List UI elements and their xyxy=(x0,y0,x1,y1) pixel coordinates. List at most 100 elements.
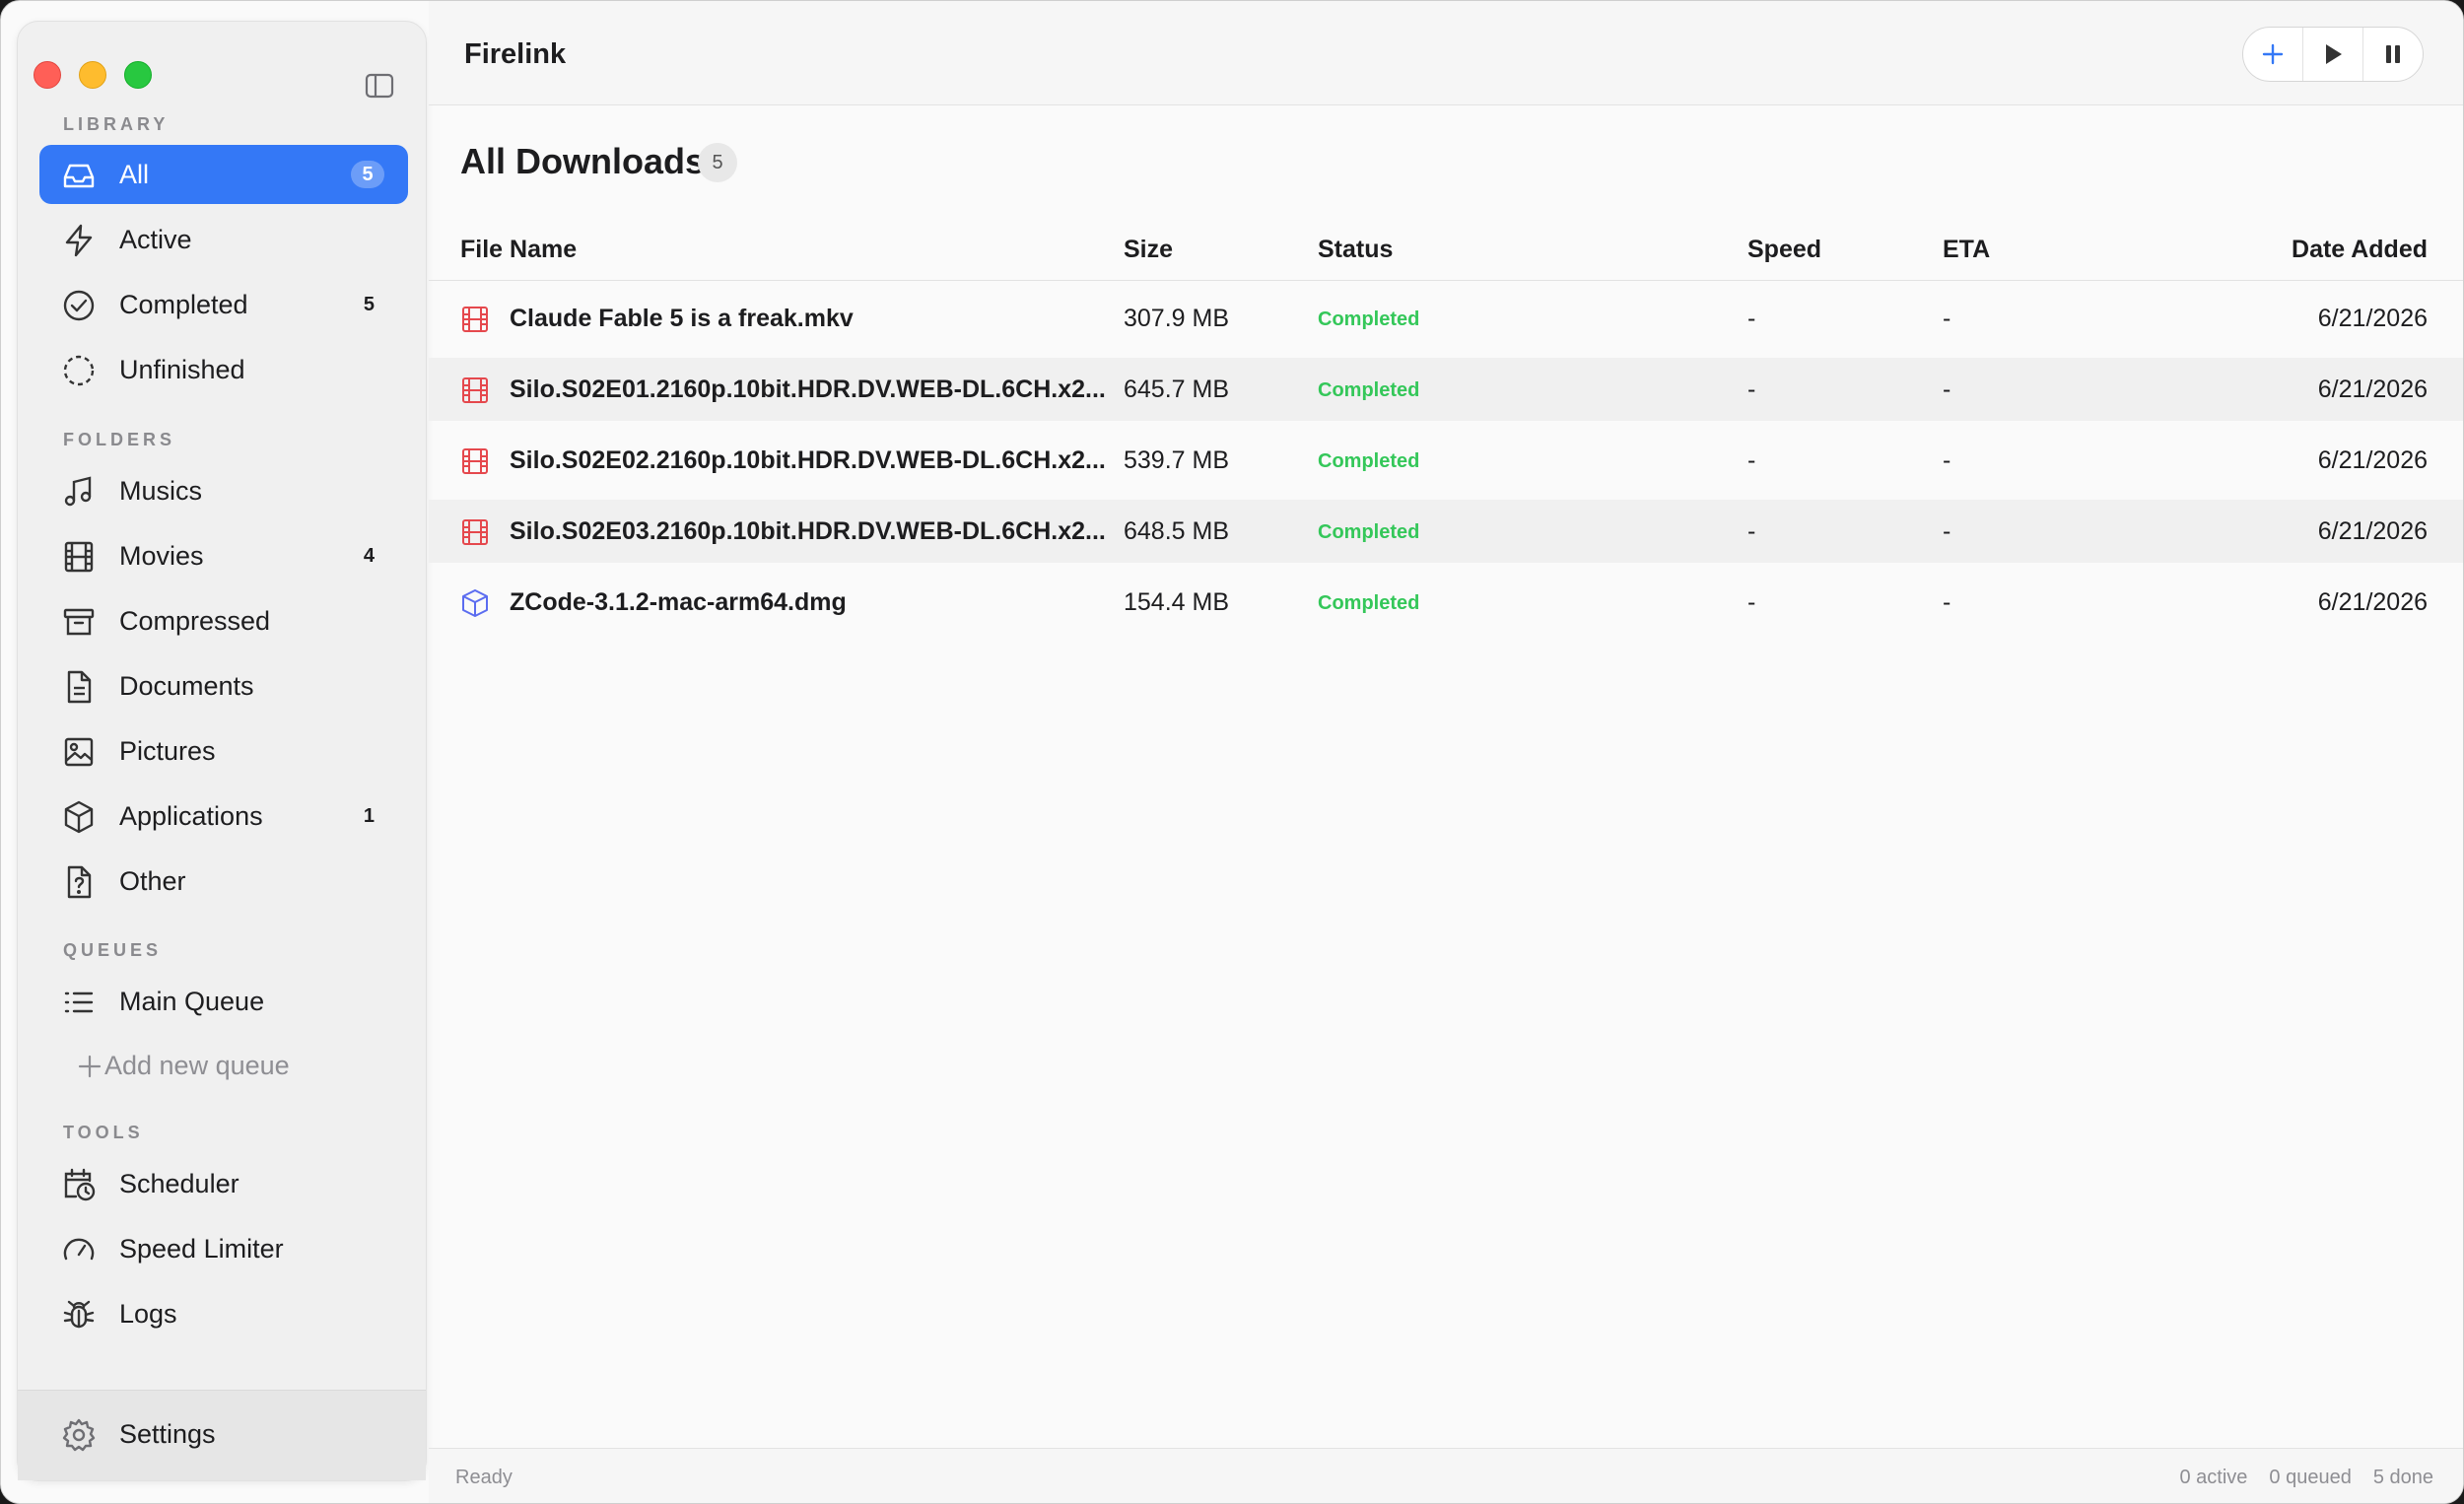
done-count: 5 done xyxy=(2372,1467,2433,1488)
inbox-icon xyxy=(63,164,95,188)
column-header-size[interactable]: Size xyxy=(1124,236,1173,264)
sidebar-toggle-icon[interactable] xyxy=(365,73,394,99)
plus-icon xyxy=(2262,43,2284,65)
date-added: 6/21/2026 xyxy=(2317,376,2428,403)
archive-box-icon xyxy=(63,608,95,636)
file-name: Claude Fable 5 is a freak.mkv xyxy=(510,305,854,332)
status-badge: Completed xyxy=(1318,521,1420,543)
main-panel: Firelink All Downloads 5 File Name Size … xyxy=(429,1,2463,1503)
sidebar-item-documents[interactable]: Documents xyxy=(39,656,408,716)
table-row[interactable]: Claude Fable 5 is a freak.mkv 307.9 MB C… xyxy=(429,287,2463,350)
date-added: 6/21/2026 xyxy=(2317,517,2428,545)
resume-all-button[interactable] xyxy=(2303,28,2363,81)
sidebar-item-label: Unfinished xyxy=(119,354,245,384)
status-bar: Ready 0 active 0 queued 5 done xyxy=(429,1448,2463,1503)
pause-all-button[interactable] xyxy=(2363,28,2423,81)
toolbar-button-group xyxy=(2242,27,2424,82)
sidebar-item-count: 4 xyxy=(363,544,375,567)
sidebar-item-all[interactable]: All 5 xyxy=(39,145,408,204)
status-badge: Completed xyxy=(1318,308,1420,330)
bug-icon xyxy=(63,1300,95,1329)
status-badge: Completed xyxy=(1318,592,1420,614)
sidebar-item-speed-limiter[interactable]: Speed Limiter xyxy=(39,1219,408,1278)
add-queue-label: Add new queue xyxy=(104,1050,290,1080)
sidebar-item-label: Main Queue xyxy=(119,986,265,1016)
sidebar-item-count: 1 xyxy=(363,804,375,827)
table-row[interactable]: Silo.S02E02.2160p.10bit.HDR.DV.WEB-DL.6C… xyxy=(429,429,2463,492)
music-note-icon xyxy=(64,476,92,507)
file-name: Silo.S02E01.2160p.10bit.HDR.DV.WEB-DL.6C… xyxy=(510,376,1106,403)
gauge-icon xyxy=(63,1238,95,1261)
sidebar-item-compressed[interactable]: Compressed xyxy=(39,591,408,650)
sidebar-item-label: All xyxy=(119,159,150,189)
file-size: 154.4 MB xyxy=(1124,588,1230,616)
settings-area: Settings xyxy=(18,1390,426,1480)
cube-icon xyxy=(462,589,488,617)
date-added: 6/21/2026 xyxy=(2317,588,2428,616)
sidebar-item-label: Logs xyxy=(119,1298,177,1329)
calendar-clock-icon xyxy=(64,1168,96,1201)
file-size: 539.7 MB xyxy=(1124,446,1230,474)
file-name: ZCode-3.1.2-mac-arm64.dmg xyxy=(510,588,847,616)
toolbar: Firelink xyxy=(429,1,2463,105)
sidebar-item-unfinished[interactable]: Unfinished xyxy=(39,340,408,399)
document-icon xyxy=(67,670,92,704)
play-icon xyxy=(2326,44,2342,64)
sidebar-item-completed[interactable]: Completed 5 xyxy=(39,275,408,334)
sidebar-item-pictures[interactable]: Pictures xyxy=(39,721,408,781)
eta-value: - xyxy=(1943,588,1951,616)
eta-value: - xyxy=(1943,446,1951,474)
sidebar-item-label: Pictures xyxy=(119,735,216,766)
file-name: Silo.S02E03.2160p.10bit.HDR.DV.WEB-DL.6C… xyxy=(510,517,1106,545)
status-counters: 0 active 0 queued 5 done xyxy=(2179,1467,2433,1489)
column-header-status[interactable]: Status xyxy=(1318,236,1393,264)
sidebar-item-logs[interactable]: Logs xyxy=(39,1284,408,1343)
film-icon xyxy=(64,541,94,573)
sidebar-item-label: Completed xyxy=(119,289,248,319)
close-window-button[interactable] xyxy=(34,61,61,89)
eta-value: - xyxy=(1943,376,1951,403)
film-icon xyxy=(462,519,488,545)
file-size: 645.7 MB xyxy=(1124,376,1230,403)
table-header-divider xyxy=(429,280,2463,281)
sidebar-item-label: Compressed xyxy=(119,605,271,636)
dashed-circle-icon xyxy=(63,355,95,386)
sidebar-item-musics[interactable]: Musics xyxy=(39,461,408,520)
app-window: LIBRARY All 5 Active Completed 5 Unfinis… xyxy=(0,0,2464,1504)
zoom-window-button[interactable] xyxy=(124,61,152,89)
speed-value: - xyxy=(1747,305,1756,332)
plus-icon xyxy=(78,1055,102,1078)
speed-value: - xyxy=(1747,588,1756,616)
sidebar-item-movies[interactable]: Movies 4 xyxy=(39,526,408,585)
sidebar-item-active[interactable]: Active xyxy=(39,210,408,269)
date-added: 6/21/2026 xyxy=(2317,446,2428,474)
column-header-eta[interactable]: ETA xyxy=(1943,236,1990,264)
column-header-speed[interactable]: Speed xyxy=(1747,236,1821,264)
sidebar-item-other[interactable]: Other xyxy=(39,852,408,911)
table-row[interactable]: Silo.S02E03.2160p.10bit.HDR.DV.WEB-DL.6C… xyxy=(429,500,2463,563)
gear-icon xyxy=(62,1418,96,1452)
column-header-date-added[interactable]: Date Added xyxy=(2292,236,2428,264)
column-header-file-name[interactable]: File Name xyxy=(460,236,577,264)
table-row[interactable]: ZCode-3.1.2-mac-arm64.dmg 154.4 MB Compl… xyxy=(429,571,2463,634)
section-label-folders: FOLDERS xyxy=(63,430,176,449)
add-queue-button[interactable]: Add new queue xyxy=(39,1036,408,1095)
sidebar-item-main-queue[interactable]: Main Queue xyxy=(39,972,408,1031)
question-file-icon xyxy=(67,865,92,899)
sidebar-item-applications[interactable]: Applications 1 xyxy=(39,786,408,846)
file-size: 648.5 MB xyxy=(1124,517,1230,545)
table-row[interactable]: Silo.S02E01.2160p.10bit.HDR.DV.WEB-DL.6C… xyxy=(429,358,2463,421)
film-icon xyxy=(462,307,488,332)
eta-value: - xyxy=(1943,305,1951,332)
add-download-button[interactable] xyxy=(2243,28,2303,81)
settings-button[interactable]: Settings xyxy=(39,1404,408,1464)
downloads-count-badge: 5 xyxy=(698,143,737,182)
sidebar-item-count: 5 xyxy=(363,293,375,315)
eta-value: - xyxy=(1943,517,1951,545)
speed-value: - xyxy=(1747,376,1756,403)
status-badge: Completed xyxy=(1318,379,1420,401)
sidebar-item-scheduler[interactable]: Scheduler xyxy=(39,1154,408,1213)
sidebar-item-label: Documents xyxy=(119,670,254,701)
speed-value: - xyxy=(1747,446,1756,474)
minimize-window-button[interactable] xyxy=(79,61,106,89)
